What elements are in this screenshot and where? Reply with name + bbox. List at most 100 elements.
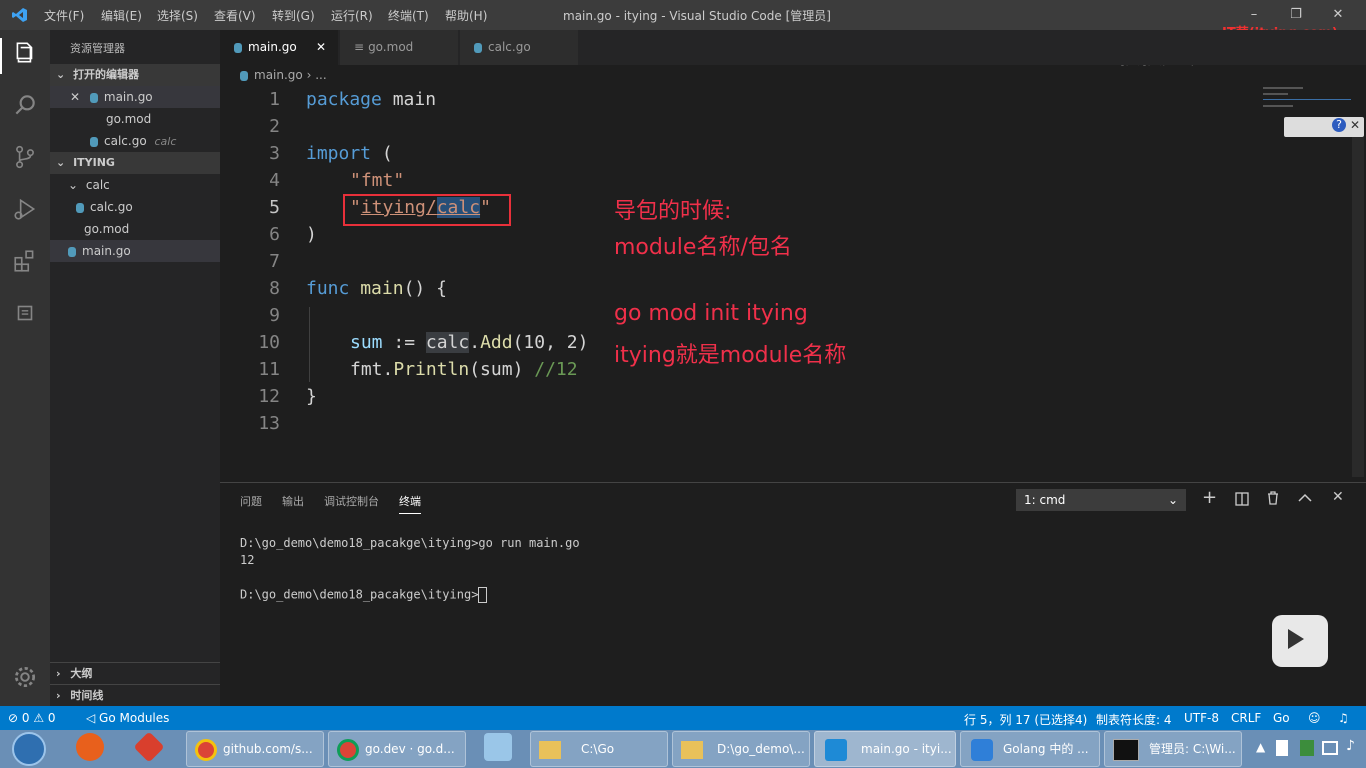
menu-help[interactable]: 帮助(H) [445,7,487,24]
line-number: 8 [269,278,280,299]
tray-arrow-icon[interactable]: ▲ [1256,740,1265,754]
chevron-down-icon: ⌄ [56,68,66,81]
start-button[interactable] [12,732,46,766]
menu-edit[interactable]: 编辑(E) [101,7,142,24]
tree-file-main-go[interactable]: main.go [50,240,220,262]
problems-status[interactable]: ⊘ 0 ⚠ 0 [8,711,56,725]
code-line-3: import ( [306,143,393,164]
file-detail: calc [154,135,177,148]
open-editors-header[interactable]: ⌄ 打开的编辑器 [50,64,220,86]
tab-debug-console[interactable]: 调试控制台 [324,493,379,509]
open-editor-main-go[interactable]: ✕ main.go [50,86,220,108]
tab-terminal[interactable]: 终端 [399,493,421,514]
volume-icon[interactable]: ♪ [1346,738,1355,754]
tray-app-icon[interactable] [1300,740,1314,756]
tree-file-calc-go[interactable]: calc.go [50,196,220,218]
explorer-icon[interactable] [12,40,38,66]
taskbar-item-chrome-go-dev[interactable]: go.dev · go.d... [328,731,466,767]
code-line-12: } [306,386,317,407]
cursor-position[interactable]: 行 5，列 17 (已选择4) [964,711,1087,728]
file-manager-icon[interactable] [484,733,512,761]
timeline-section[interactable]: › 时间线 [50,684,220,707]
terminal-prompt-line[interactable]: D:\go_demo\demo18_pacakge\itying> [240,587,488,603]
line-number: 10 [258,332,280,353]
go-modules-status[interactable]: ◁ Go Modules [86,711,169,725]
terminal-line: D:\go_demo\demo18_pacakge\itying>go run … [240,536,580,550]
split-terminal-icon[interactable] [1235,492,1249,506]
breadcrumb-file[interactable]: main.go [254,68,303,82]
trash-icon[interactable] [1267,491,1279,505]
tab-size[interactable]: 制表符长度: 4 [1096,711,1172,728]
close-panel-icon[interactable]: ✕ [1332,489,1344,505]
terminal-select[interactable]: 1: cmd ⌄ [1016,489,1186,511]
taskbar-item-folder-go[interactable]: C:\Go [530,731,668,767]
search-icon[interactable] [12,92,38,118]
code-editor[interactable]: 1 2 3 4 5 6 7 8 9 10 11 12 13 package ma… [220,87,1366,480]
encoding[interactable]: UTF-8 [1184,711,1219,725]
vscode-icon [825,738,847,761]
terminal-line: 12 [240,553,255,567]
line-number: 5 [269,197,280,218]
taskbar-item-wps[interactable]: Golang 中的 ... [960,731,1100,767]
title-bar: 文件(F) 编辑(E) 选择(S) 查看(V) 转到(G) 运行(R) 终端(T… [0,0,1366,41]
editor-scrollbar[interactable] [1352,137,1364,477]
network-icon[interactable] [1322,741,1338,755]
outline-list-icon[interactable] [12,300,38,326]
outline-section[interactable]: › 大纲 [50,662,220,685]
tab-calc-go[interactable]: calc.go [460,30,578,65]
restore-button[interactable]: ❐ [1276,4,1316,26]
tab-output[interactable]: 输出 [282,493,304,509]
tree-folder-calc[interactable]: ⌄ calc [50,174,220,196]
bell-icon[interactable]: ♫ [1338,711,1349,725]
close-tab-icon[interactable]: ✕ [316,30,326,65]
open-editor-calc-go[interactable]: calc.go calc [50,130,220,152]
end-of-line[interactable]: CRLF [1231,711,1261,725]
line-number: 6 [269,224,280,245]
run-debug-icon[interactable] [12,196,38,222]
open-editor-go-mod[interactable]: go.mod [50,108,220,130]
project-header[interactable]: ⌄ ITYING [50,152,220,174]
code-line-6: ) [306,224,317,245]
line-number: 12 [258,386,280,407]
menu-go[interactable]: 转到(G) [272,7,315,24]
tab-go-mod[interactable]: ≡ go.mod [340,30,458,65]
menu-view[interactable]: 查看(V) [214,7,256,24]
menu-terminal[interactable]: 终端(T) [388,7,429,24]
tray-device-icon[interactable] [1276,740,1288,756]
taskbar-item-vscode[interactable]: main.go - ityi... [814,731,956,767]
help-icon[interactable]: ? [1332,118,1346,132]
minimize-button[interactable]: – [1234,4,1274,26]
status-bar: ⊘ 0 ⚠ 0 ◁ Go Modules 行 5，列 17 (已选择4) 制表符… [0,706,1366,730]
menu-selection[interactable]: 选择(S) [157,7,198,24]
close-icon[interactable]: ✕ [70,90,80,104]
windows-taskbar: github.com/s... go.dev · go.d... C:\Go D… [0,730,1366,768]
line-number: 9 [269,305,280,326]
file-label: go.mod [84,222,130,236]
breadcrumb-rest[interactable]: ... [315,68,326,82]
extensions-icon[interactable] [12,248,38,274]
taskbar-item-cmd[interactable]: 管理员: C:\Wi... [1104,731,1242,767]
line-number: 11 [258,359,280,380]
close-icon[interactable]: ✕ [1350,118,1360,132]
find-widget[interactable]: ? ✕ [1284,117,1364,137]
close-window-button[interactable]: ✕ [1318,4,1358,26]
source-control-icon[interactable] [12,144,38,170]
taskbar-label: github.com/s... [223,742,313,756]
code-line-4: "fmt" [350,170,405,191]
menu-file[interactable]: 文件(F) [44,7,84,24]
tab-problems[interactable]: 问题 [240,493,262,509]
feedback-icon[interactable]: ☺ [1308,711,1321,725]
git-icon[interactable] [133,731,165,763]
taskbar-item-chrome-github[interactable]: github.com/s... [186,731,324,767]
firefox-icon[interactable] [76,733,104,761]
language-mode[interactable]: Go [1273,711,1290,725]
taskbar-item-folder-demo[interactable]: D:\go_demo\... [672,731,810,767]
tree-file-go-mod[interactable]: go.mod [50,218,220,240]
wps-icon [971,738,993,761]
annotation-line-2: module名称/包名 [614,235,792,260]
chevron-up-icon[interactable] [1298,493,1312,503]
settings-gear-icon[interactable] [12,664,38,690]
menu-run[interactable]: 运行(R) [331,7,373,24]
tab-main-go[interactable]: main.go ✕ [220,30,338,65]
add-terminal-icon[interactable]: + [1202,487,1217,508]
